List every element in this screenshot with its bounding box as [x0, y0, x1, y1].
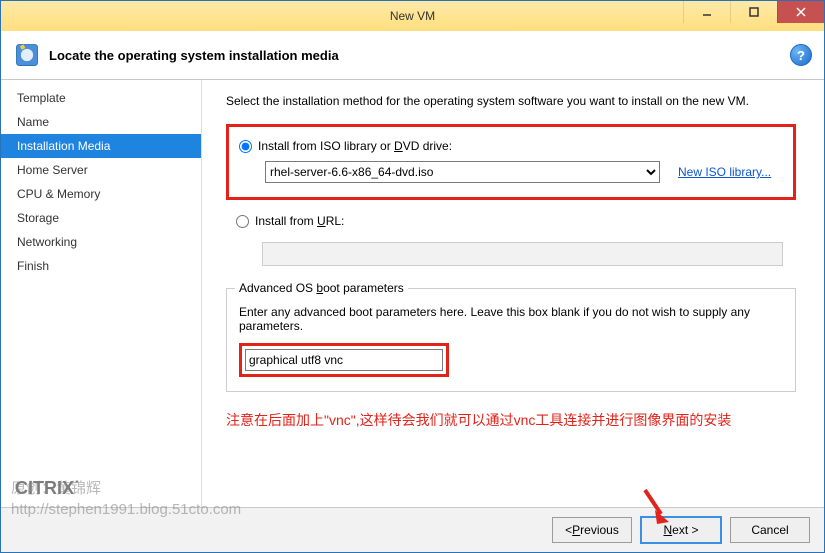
boot-params-input[interactable]: [245, 349, 443, 371]
boot-params-legend: Advanced OS boot parameters: [235, 281, 408, 295]
url-input: [262, 242, 783, 266]
radio-url-row: Install from URL:: [236, 214, 796, 228]
step-template[interactable]: Template: [1, 86, 201, 110]
step-storage[interactable]: Storage: [1, 206, 201, 230]
highlight-box-iso: Install from ISO library or DVD drive: r…: [226, 124, 796, 200]
step-name[interactable]: Name: [1, 110, 201, 134]
step-networking[interactable]: Networking: [1, 230, 201, 254]
wizard-header: Locate the operating system installation…: [1, 31, 824, 80]
next-button[interactable]: Next >: [640, 516, 722, 544]
radio-iso[interactable]: [239, 140, 252, 153]
wizard-body: Template Name Installation Media Home Se…: [1, 80, 824, 507]
new-iso-library-link[interactable]: New ISO library...: [678, 165, 771, 179]
media-icon: [13, 41, 41, 69]
help-icon[interactable]: ?: [790, 44, 812, 66]
maximize-button[interactable]: [730, 1, 777, 23]
boot-params-desc: Enter any advanced boot parameters here.…: [239, 305, 783, 333]
instruction-text: Select the installation method for the o…: [226, 94, 796, 108]
radio-iso-label: Install from ISO library or DVD drive:: [258, 139, 452, 153]
iso-select[interactable]: rhel-server-6.6-x86_64-dvd.iso: [265, 161, 660, 183]
radio-iso-row: Install from ISO library or DVD drive:: [239, 139, 781, 153]
cancel-button[interactable]: Cancel: [730, 517, 810, 543]
step-cpu-memory[interactable]: CPU & Memory: [1, 182, 201, 206]
close-button[interactable]: [777, 1, 824, 23]
minimize-button[interactable]: [683, 1, 730, 23]
titlebar: New VM: [1, 1, 824, 31]
citrix-brand: CITRIX˙: [1, 470, 201, 507]
wizard-footer: < Previous Next > Cancel: [1, 507, 824, 552]
radio-url-label: Install from URL:: [255, 214, 344, 228]
iso-select-row: rhel-server-6.6-x86_64-dvd.iso New ISO l…: [265, 161, 781, 183]
step-home-server[interactable]: Home Server: [1, 158, 201, 182]
page-title: Locate the operating system installation…: [49, 48, 339, 63]
wizard-window: New VM Locate the operating system insta…: [0, 0, 825, 553]
previous-button[interactable]: < Previous: [552, 517, 632, 543]
sidebar: Template Name Installation Media Home Se…: [1, 80, 202, 507]
step-installation-media[interactable]: Installation Media: [1, 134, 201, 158]
step-finish[interactable]: Finish: [1, 254, 201, 278]
url-input-row: [262, 242, 796, 266]
window-controls: [683, 1, 824, 31]
main-panel: Select the installation method for the o…: [202, 80, 824, 507]
highlight-box-params: [239, 343, 449, 377]
maximize-icon: [748, 6, 760, 18]
boot-params-fieldset: Advanced OS boot parameters Enter any ad…: [226, 288, 796, 392]
close-icon: [795, 6, 807, 18]
radio-url[interactable]: [236, 215, 249, 228]
minimize-icon: [701, 6, 713, 18]
annotation-note: 注意在后面加上"vnc",这样待会我们就可以通过vnc工具连接并进行图像界面的安…: [226, 410, 796, 431]
